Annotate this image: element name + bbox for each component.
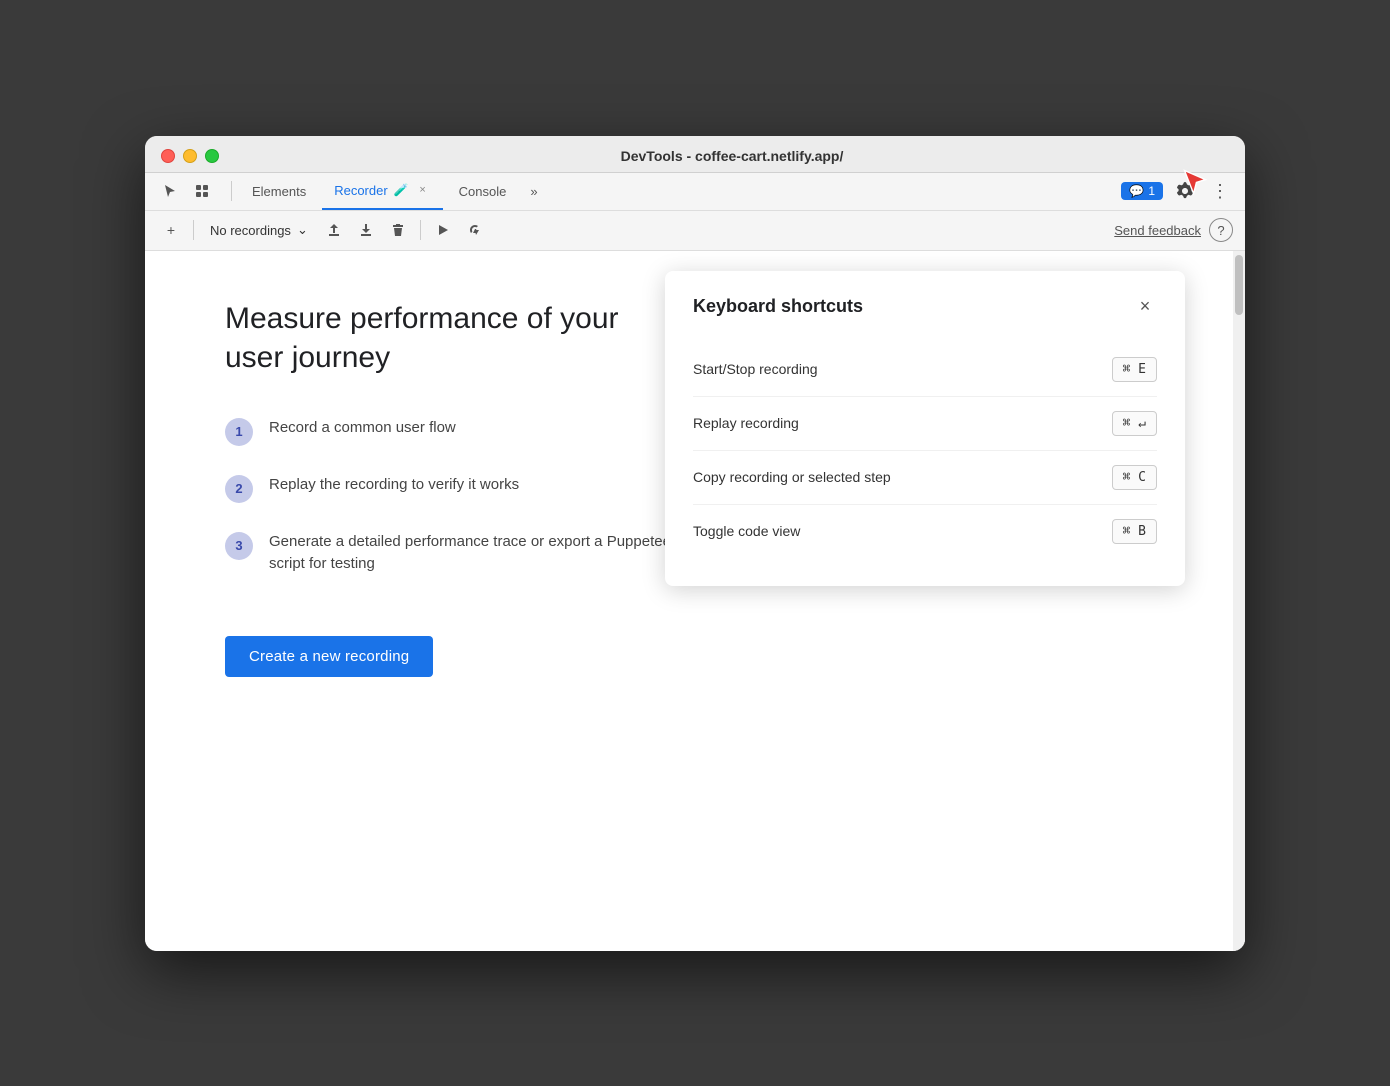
tab-elements[interactable]: Elements	[240, 172, 318, 210]
cursor-icon[interactable]	[157, 178, 183, 204]
maximize-button[interactable]	[205, 149, 219, 163]
step-number-1: 1	[225, 418, 253, 446]
key-badge-3: ⌘ C	[1112, 465, 1157, 490]
console-tab-label: Console	[459, 184, 507, 199]
shortcut-label-4: Toggle code view	[693, 523, 800, 539]
step-number-2: 2	[225, 475, 253, 503]
chevron-down-icon: ⌄	[297, 222, 308, 238]
step-number-3: 3	[225, 532, 253, 560]
more-tabs-button[interactable]: »	[522, 184, 545, 199]
chat-icon: 💬	[1129, 184, 1144, 198]
recorder-toolbar: + No recordings ⌄	[145, 211, 1245, 251]
shortcuts-title: Keyboard shortcuts	[693, 296, 863, 317]
upload-icon	[326, 222, 342, 238]
shortcut-row-2: Replay recording ⌘ ↵	[693, 397, 1157, 451]
shortcut-label-3: Copy recording or selected step	[693, 469, 891, 485]
red-arrow-icon	[1181, 167, 1209, 195]
measure-performance-button[interactable]	[461, 216, 489, 244]
shortcuts-close-button[interactable]: ×	[1133, 295, 1157, 319]
key-badge-1: ⌘ E	[1112, 357, 1157, 382]
main-content: Measure performance of your user journey…	[145, 251, 1245, 951]
step-item-3: 3 Generate a detailed performance trace …	[225, 531, 685, 576]
recorder-tab-label: Recorder	[334, 183, 387, 198]
replay-button[interactable]	[429, 216, 457, 244]
shortcut-row-4: Toggle code view ⌘ B	[693, 505, 1157, 558]
shortcuts-header: Keyboard shortcuts ×	[693, 295, 1157, 319]
layers-icon[interactable]	[189, 178, 215, 204]
send-feedback-link[interactable]: Send feedback	[1114, 223, 1201, 238]
toolbar-divider-1	[193, 220, 194, 240]
flask-icon: 🧪	[394, 183, 409, 197]
tab-console[interactable]: Console	[447, 172, 519, 210]
minimize-button[interactable]	[183, 149, 197, 163]
scrollbar-thumb[interactable]	[1235, 255, 1243, 315]
notification-icon-area[interactable]	[1169, 175, 1201, 207]
performance-icon	[467, 222, 483, 238]
step-item-2: 2 Replay the recording to verify it work…	[225, 474, 685, 503]
step-text-2: Replay the recording to verify it works	[269, 474, 519, 497]
step-text-3: Generate a detailed performance trace or…	[269, 531, 685, 576]
shortcut-key-2: ⌘ ↵	[1112, 411, 1157, 436]
devtools-icons	[157, 178, 215, 204]
recorder-tab-close[interactable]: ×	[415, 182, 431, 198]
page-title: Measure performance of your user journey	[225, 299, 685, 377]
notification-count: 1	[1148, 184, 1155, 198]
browser-window: DevTools - coffee-cart.netlify.app/ Elem…	[145, 136, 1245, 951]
shortcut-key-4: ⌘ B	[1112, 519, 1157, 544]
tab-recorder[interactable]: Recorder 🧪 ×	[322, 172, 442, 210]
download-icon	[358, 222, 374, 238]
key-badge-4: ⌘ B	[1112, 519, 1157, 544]
tab-bar-right: 💬 1 ⋮	[1121, 175, 1233, 207]
import-button[interactable]	[352, 216, 380, 244]
window-title: DevTools - coffee-cart.netlify.app/	[235, 148, 1229, 164]
trash-icon	[390, 222, 406, 238]
shortcut-key-3: ⌘ C	[1112, 465, 1157, 490]
elements-tab-label: Elements	[252, 184, 306, 199]
toolbar-divider-2	[420, 220, 421, 240]
shortcut-row-3: Copy recording or selected step ⌘ C	[693, 451, 1157, 505]
step-text-1: Record a common user flow	[269, 417, 456, 440]
shortcut-label-2: Replay recording	[693, 415, 799, 431]
add-recording-button[interactable]: +	[157, 216, 185, 244]
help-button[interactable]: ?	[1209, 218, 1233, 242]
recordings-dropdown[interactable]: No recordings ⌄	[202, 218, 316, 242]
play-icon	[435, 222, 451, 238]
kebab-menu-button[interactable]: ⋮	[1207, 181, 1233, 202]
traffic-lights	[161, 149, 219, 163]
create-recording-button[interactable]: Create a new recording	[225, 636, 433, 677]
title-bar: DevTools - coffee-cart.netlify.app/	[145, 136, 1245, 173]
shortcut-label-1: Start/Stop recording	[693, 361, 818, 377]
steps-list: 1 Record a common user flow 2 Replay the…	[225, 417, 685, 576]
shortcut-row-1: Start/Stop recording ⌘ E	[693, 343, 1157, 397]
close-button[interactable]	[161, 149, 175, 163]
notification-badge[interactable]: 💬 1	[1121, 182, 1163, 200]
shortcuts-popup: Keyboard shortcuts × Start/Stop recordin…	[665, 271, 1185, 586]
scrollbar[interactable]	[1233, 251, 1245, 951]
tab-bar: Elements Recorder 🧪 × Console » 💬 1	[145, 173, 1245, 211]
step-item-1: 1 Record a common user flow	[225, 417, 685, 446]
recordings-dropdown-label: No recordings	[210, 223, 291, 238]
delete-button[interactable]	[384, 216, 412, 244]
toolbar-right: Send feedback ?	[1114, 218, 1233, 242]
shortcut-key-1: ⌘ E	[1112, 357, 1157, 382]
export-button[interactable]	[320, 216, 348, 244]
tab-divider-1	[231, 181, 232, 201]
key-badge-2: ⌘ ↵	[1112, 411, 1157, 436]
